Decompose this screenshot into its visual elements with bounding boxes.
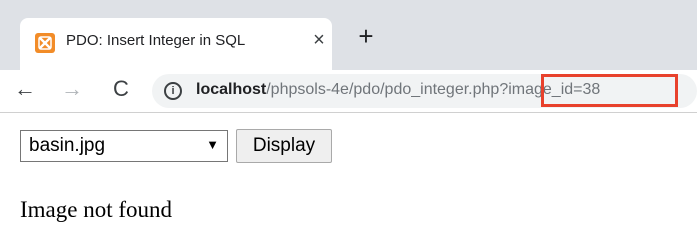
browser-tab[interactable]: PDO: Insert Integer in SQL × <box>20 18 332 70</box>
image-select-value: basin.jpg <box>29 135 106 156</box>
xampp-favicon-icon <box>35 33 55 53</box>
reload-icon[interactable]: C <box>106 74 136 104</box>
tab-strip: PDO: Insert Integer in SQL × + <box>0 0 697 70</box>
query-string-highlight <box>541 74 678 107</box>
display-button[interactable]: Display <box>236 129 332 163</box>
site-info-icon[interactable]: i <box>164 82 182 100</box>
tab-title: PDO: Insert Integer in SQL <box>66 32 246 49</box>
forward-arrow-icon[interactable]: → <box>57 74 87 104</box>
page-content: basin.jpg ▼ Display Image not found <box>0 113 697 240</box>
url-text[interactable]: localhost/phpsols-4e/pdo/pdo_integer.php… <box>196 81 600 99</box>
close-tab-icon[interactable]: × <box>308 29 330 51</box>
url-host: localhost <box>196 81 267 98</box>
new-tab-icon[interactable]: + <box>352 22 380 50</box>
dropdown-arrow-icon: ▼ <box>206 137 219 152</box>
back-arrow-icon[interactable]: ← <box>10 74 40 104</box>
image-select[interactable]: basin.jpg ▼ <box>20 130 228 162</box>
status-message: Image not found <box>20 197 173 222</box>
